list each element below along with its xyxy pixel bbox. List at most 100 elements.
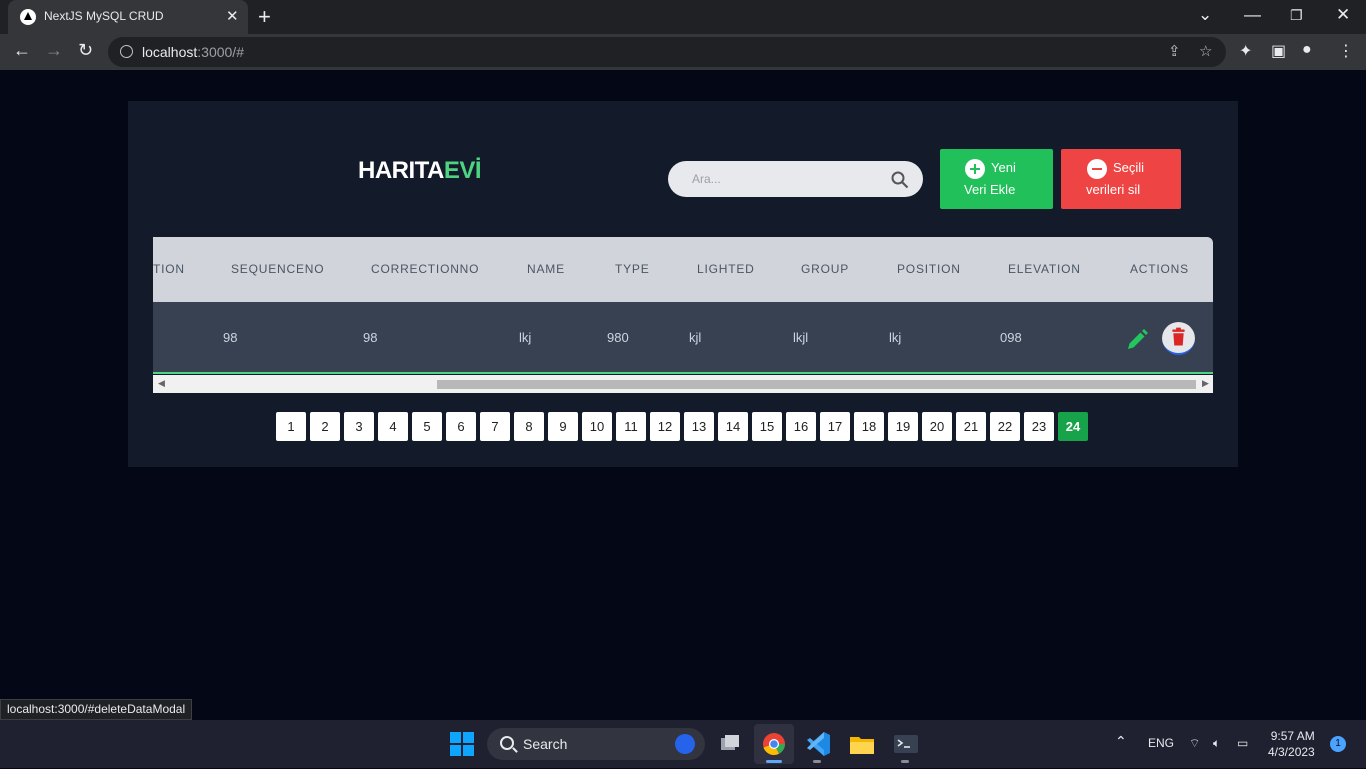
file-explorer-icon[interactable] [842, 724, 882, 764]
site-info-icon[interactable] [120, 45, 133, 58]
search-box [668, 161, 923, 197]
minus-circle-icon [1087, 159, 1107, 179]
search-input[interactable] [692, 169, 877, 189]
link-status-bubble: localhost:3000/#deleteDataModal [0, 699, 193, 720]
bookmark-star-icon[interactable]: ☆ [1199, 42, 1212, 60]
taskbar-search[interactable]: Search [487, 728, 705, 760]
header-type: TYPE [615, 262, 650, 276]
cell-lighted: kjl [689, 330, 702, 345]
page-18[interactable]: 18 [854, 412, 884, 441]
wifi-icon[interactable]: ⌔ [1189, 736, 1200, 751]
minimize-icon[interactable]: — [1244, 5, 1261, 25]
page-24-active[interactable]: 24 [1058, 412, 1088, 441]
page-10[interactable]: 10 [582, 412, 612, 441]
page-11[interactable]: 11 [616, 412, 646, 441]
page-8[interactable]: 8 [514, 412, 544, 441]
tab-search-chevron-icon[interactable]: ⌄ [1198, 5, 1212, 25]
plus-circle-icon [965, 159, 985, 179]
page-13[interactable]: 13 [684, 412, 714, 441]
task-view-icon[interactable] [710, 724, 750, 764]
page-22[interactable]: 22 [990, 412, 1020, 441]
terminal-icon[interactable] [886, 724, 926, 764]
brand-accent: EVİ [443, 157, 482, 184]
page-7[interactable]: 7 [480, 412, 510, 441]
taskbar-search-label: Search [523, 736, 568, 752]
tab-close-icon[interactable]: ✕ [226, 7, 239, 25]
header-actions: ACTIONS [1130, 262, 1189, 276]
tray-chevron-icon[interactable]: ⌃ [1115, 733, 1127, 750]
new-tab-icon[interactable]: + [258, 4, 271, 30]
page-2[interactable]: 2 [310, 412, 340, 441]
page-19[interactable]: 19 [888, 412, 918, 441]
taskbar-search-icon [500, 736, 514, 750]
forward-icon[interactable]: → [45, 40, 63, 61]
page-21[interactable]: 21 [956, 412, 986, 441]
delete-selected-button[interactable]: Seçili verileri sil [1061, 149, 1181, 209]
window-close-icon[interactable]: ✕ [1336, 5, 1350, 25]
add-data-button[interactable]: Yeni Veri Ekle [940, 149, 1053, 209]
language-indicator[interactable]: ENG [1148, 736, 1174, 750]
cell-group: lkjl [793, 330, 809, 345]
battery-icon[interactable]: ▭ [1237, 736, 1248, 750]
url-path: :3000/# [197, 44, 244, 60]
brand-logo: HARITAEVİ [358, 157, 482, 185]
add-button-line2: Veri Ekle [964, 182, 1016, 197]
browser-toolbar: ← → ↻ localhost:3000/# ⇪ ☆ ✦ ▣ ● ⋮ [0, 34, 1366, 70]
nextjs-favicon-icon [20, 9, 36, 25]
page-23[interactable]: 23 [1024, 412, 1054, 441]
clock[interactable]: 9:57 AM 4/3/2023 [1268, 728, 1315, 760]
delete-row-button[interactable] [1162, 322, 1195, 355]
cell-type: 980 [607, 330, 629, 345]
address-bar[interactable]: localhost:3000/# ⇪ ☆ [108, 37, 1226, 67]
cell-name: lkj [519, 330, 532, 345]
browser-tab[interactable]: NextJS MySQL CRUD ✕ [8, 0, 248, 34]
scroll-right-icon[interactable]: ▶ [1202, 378, 1209, 389]
reload-icon[interactable]: ↻ [78, 40, 93, 61]
brand-main: HARITA [358, 157, 444, 184]
notification-badge[interactable]: 1 [1330, 736, 1346, 752]
page-12[interactable]: 12 [650, 412, 680, 441]
chrome-icon[interactable] [754, 724, 794, 764]
page-1[interactable]: 1 [276, 412, 306, 441]
header-correctionno: CORRECTIONNO [371, 262, 480, 276]
trash-icon [1172, 327, 1185, 346]
cell-correctionno: 98 [363, 330, 378, 345]
cell-elevation: 098 [1000, 330, 1022, 345]
cell-position: lkj [889, 330, 902, 345]
windows-taskbar: Search ⌃ ENG ⌔ 🔈︎ ▭ 9:57 AM 4/3/2023 1 [0, 720, 1366, 768]
page-17[interactable]: 17 [820, 412, 850, 441]
page-15[interactable]: 15 [752, 412, 782, 441]
page-20[interactable]: 20 [922, 412, 952, 441]
page-4[interactable]: 4 [378, 412, 408, 441]
search-icon[interactable] [891, 171, 909, 189]
vscode-icon[interactable] [798, 724, 838, 764]
table-row[interactable]: 98 98 lkj 980 kjl lkjl lkj 098 [153, 302, 1213, 374]
page-6[interactable]: 6 [446, 412, 476, 441]
tab-title: NextJS MySQL CRUD [44, 9, 164, 23]
windows-start-icon[interactable] [450, 732, 474, 756]
bing-icon[interactable] [675, 734, 695, 754]
volume-icon[interactable]: 🔈︎ [1213, 736, 1220, 751]
pencil-icon[interactable] [1125, 328, 1149, 352]
scroll-left-icon[interactable]: ◀ [158, 378, 165, 389]
page-16[interactable]: 16 [786, 412, 816, 441]
page-14[interactable]: 14 [718, 412, 748, 441]
menu-icon[interactable]: ⋮ [1338, 41, 1354, 61]
share-icon[interactable]: ⇪ [1168, 42, 1181, 60]
url-text: localhost:3000/# [142, 44, 244, 60]
header-group: GROUP [801, 262, 850, 276]
profile-icon[interactable]: ● [1302, 41, 1312, 59]
back-icon[interactable]: ← [13, 40, 31, 61]
header-lighted: LIGHTED [697, 262, 755, 276]
header-name: NAME [527, 262, 565, 276]
extensions-icon[interactable]: ✦ [1239, 41, 1252, 61]
page-3[interactable]: 3 [344, 412, 374, 441]
restore-icon[interactable]: ❐ [1290, 7, 1303, 24]
page-5[interactable]: 5 [412, 412, 442, 441]
header-sequenceno: SEQUENCENO [231, 262, 325, 276]
side-panel-icon[interactable]: ▣ [1271, 41, 1286, 61]
page-9[interactable]: 9 [548, 412, 578, 441]
clock-date: 4/3/2023 [1268, 745, 1315, 759]
scrollbar-thumb[interactable] [437, 380, 1196, 389]
horizontal-scrollbar[interactable]: ◀ ▶ [153, 375, 1213, 393]
